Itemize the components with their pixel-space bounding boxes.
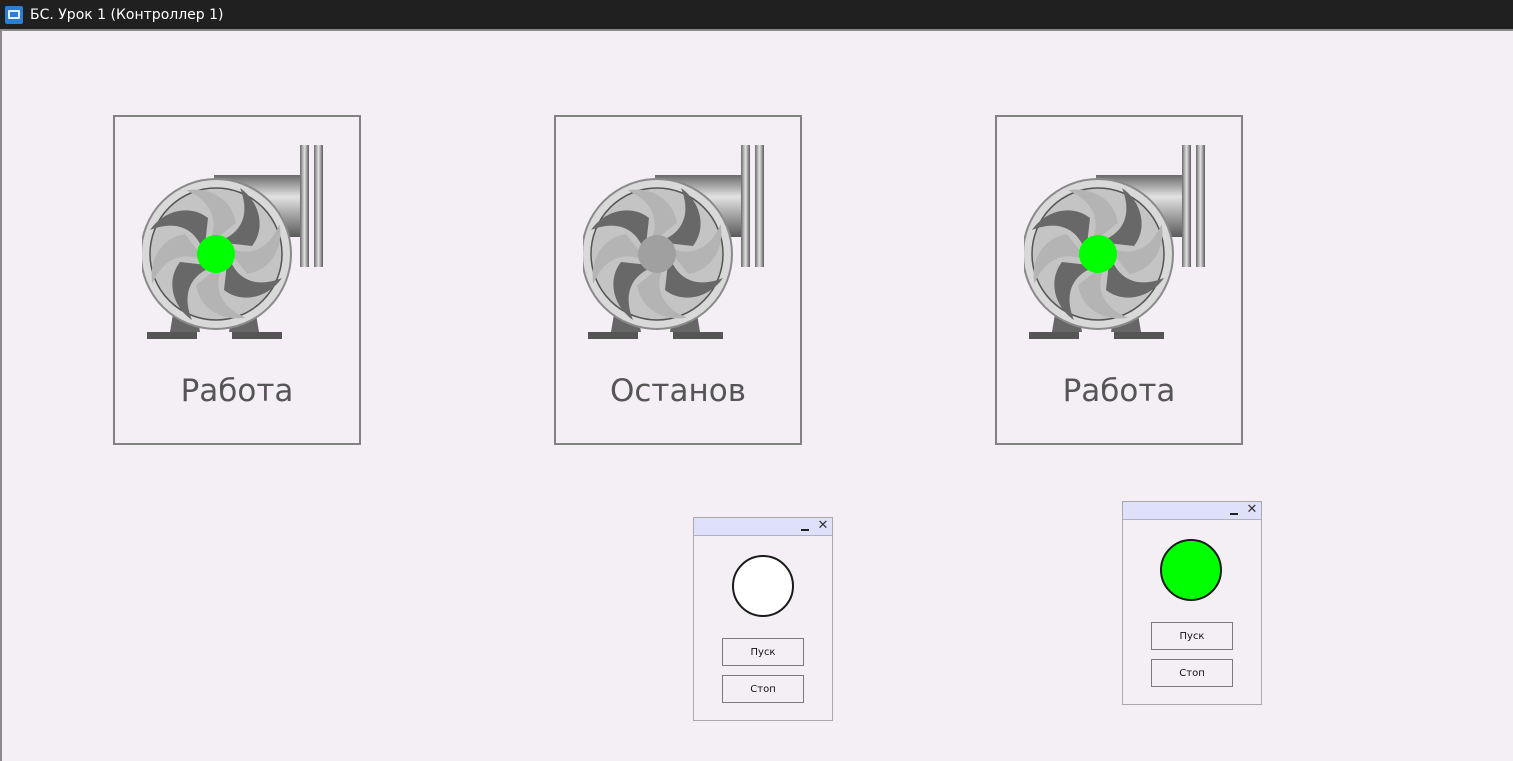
control-window-header[interactable]: ✕ [1123, 502, 1261, 520]
start-button[interactable]: Пуск [1151, 622, 1233, 650]
control-window-header[interactable]: ✕ [694, 518, 832, 536]
window-frame-top [0, 29, 1513, 31]
pump-hub-indicator [197, 235, 235, 273]
window-title: БС. Урок 1 (Контроллер 1) [30, 6, 224, 23]
pump-icon [142, 137, 332, 347]
pump-panel-1[interactable]: Работа [113, 115, 361, 445]
status-lamp [1160, 539, 1222, 601]
pump-status: Работа [1062, 373, 1176, 409]
pump-hub-indicator [638, 235, 676, 273]
app-icon [5, 5, 23, 24]
window-titlebar: БС. Урок 1 (Контроллер 1) [0, 0, 1513, 29]
pump-panel-3[interactable]: Работа [995, 115, 1243, 445]
window-frame-left [0, 29, 2, 761]
stop-button[interactable]: Стоп [1151, 659, 1233, 687]
pump-control-window-2[interactable]: ✕ Пуск Стоп [1122, 501, 1262, 705]
pump-panel-2[interactable]: Останов [554, 115, 802, 445]
close-icon[interactable]: ✕ [816, 518, 830, 534]
pump-icon [583, 137, 773, 347]
minimize-icon[interactable] [798, 519, 812, 533]
stop-button[interactable]: Стоп [722, 675, 804, 703]
pump-control-window-1[interactable]: ✕ Пуск Стоп [693, 517, 833, 721]
minimize-icon[interactable] [1227, 503, 1241, 517]
pump-status: Работа [180, 373, 294, 409]
close-icon[interactable]: ✕ [1245, 502, 1259, 518]
pump-status: Останов [609, 373, 746, 409]
status-lamp [732, 555, 794, 617]
pump-hub-indicator [1079, 235, 1117, 273]
pump-icon [1024, 137, 1214, 347]
start-button[interactable]: Пуск [722, 638, 804, 666]
